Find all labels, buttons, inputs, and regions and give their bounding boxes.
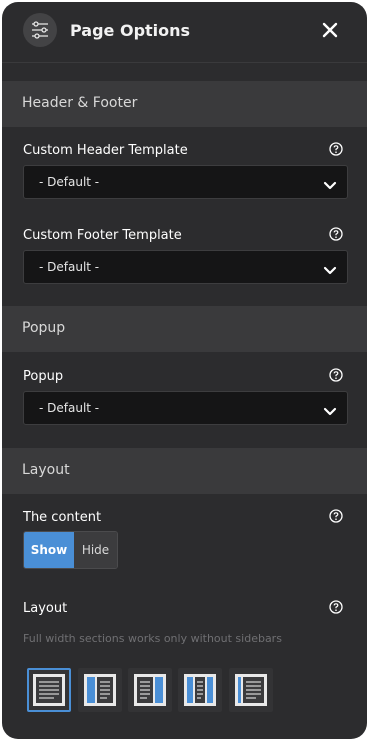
custom-footer-label: Custom Footer Template [23,228,182,243]
popup-select[interactable]: - Default - [23,391,348,425]
layout-label: Layout [23,601,68,616]
select-value: - Default - [39,175,100,189]
layout-option-narrow-left-sidebar[interactable] [229,668,273,712]
section-title: Popup [22,320,66,336]
section-title: Layout [22,462,70,478]
hide-button[interactable]: Hide [74,532,117,568]
help-icon[interactable] [329,599,343,614]
custom-header-label: Custom Header Template [23,143,188,158]
select-value: - Default - [39,401,100,415]
layout-option-both-sidebars[interactable] [178,668,222,712]
panel-header: Page Options [2,2,367,63]
help-icon[interactable] [329,508,343,523]
full-width-layout-icon [33,674,65,706]
section-header-footer[interactable]: Header & Footer [2,81,367,127]
narrow-left-sidebar-layout-icon [235,674,267,706]
chevron-down-icon [323,177,337,190]
popup-label: Popup [23,369,64,384]
panel-title: Page Options [70,21,191,40]
layout-option-right-sidebar[interactable] [128,668,172,712]
sliders-icon [23,13,57,47]
section-title: Header & Footer [22,95,138,111]
show-button[interactable]: Show [24,532,74,568]
close-icon[interactable] [318,18,342,42]
help-icon[interactable] [329,367,343,382]
content-visibility-label: The content [23,510,102,525]
layout-option-full-width[interactable] [27,668,71,712]
help-icon[interactable] [329,141,343,156]
custom-header-select[interactable]: - Default - [23,165,348,199]
both-sidebars-layout-icon [184,674,216,706]
custom-footer-select[interactable]: - Default - [23,250,348,284]
layout-note: Full width sections works only without s… [23,632,282,645]
content-visibility-toggle: Show Hide [23,531,118,569]
page-options-panel: Page Options Header & Footer Custom Head… [2,2,367,739]
select-value: - Default - [39,260,100,274]
section-layout[interactable]: Layout [2,448,367,494]
section-popup[interactable]: Popup [2,306,367,352]
chevron-down-icon [323,262,337,275]
right-sidebar-layout-icon [134,674,166,706]
help-icon[interactable] [329,226,343,241]
left-sidebar-layout-icon [84,674,116,706]
layout-option-left-sidebar[interactable] [78,668,122,712]
chevron-down-icon [323,403,337,416]
